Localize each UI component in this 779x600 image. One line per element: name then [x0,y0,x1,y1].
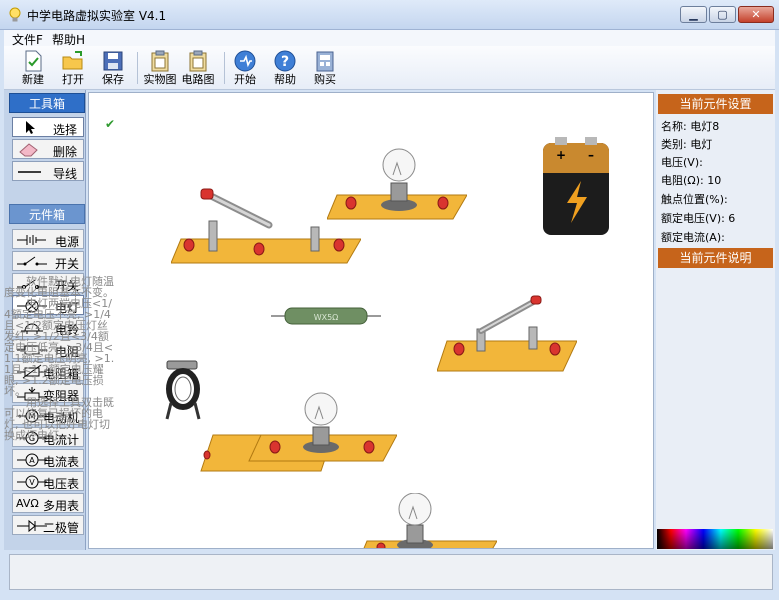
switch-component-2[interactable] [437,293,577,373]
start-icon [234,50,256,72]
component-diode[interactable]: 二极管 [12,515,84,535]
multimeter-symbol: AVΩ [16,497,39,510]
prop-contact-position[interactable]: 触点位置(%): [661,191,728,207]
lamp-component-2[interactable] [197,391,397,481]
svg-text:+: + [556,148,566,162]
component-voltmeter[interactable]: V 电压表 [12,471,84,491]
buy-icon [316,51,334,72]
title-bar: 中学电路虚拟实验室 V4.1 ▁ ▢ ✕ [0,0,779,30]
confirm-check-icon[interactable]: ✔ [105,117,115,131]
toolbar-separator [224,52,225,84]
clipboard-icon [151,50,169,72]
open-button[interactable]: 打开 [58,49,88,87]
color-palette[interactable] [657,529,773,549]
wire-icon [18,171,41,173]
close-button[interactable]: ✕ [738,6,774,23]
eraser-icon [19,143,38,157]
prop-voltage[interactable]: 电压(V): [661,154,703,170]
tool-select[interactable]: 选择 [12,117,84,137]
component-power[interactable]: 电源 [12,229,84,249]
prop-category: 类别: 电灯 [661,138,713,151]
right-panel: 当前元件设置 名称: 电灯8 类别: 电灯 电压(V): 电阻(Ω): 10 触… [656,90,775,550]
resistor-label: WX5Ω [314,313,339,322]
buy-button[interactable]: 购买 [310,49,340,87]
floppy-disk-icon [103,51,123,71]
clipboard-icon [189,50,207,72]
component-box-header: 元件箱 [9,204,85,224]
current-settings-header: 当前元件设置 [658,94,773,114]
circuit-view-button[interactable]: 电路图 [180,49,216,87]
help-icon: ? [274,50,296,72]
switch-symbol-icon [17,256,47,266]
tool-delete[interactable]: 删除 [12,139,84,159]
open-folder-icon [62,51,83,70]
toolbar: 新建 打开 保存 实物图 电路图 开始 ? 帮助 购买 [4,46,775,90]
start-button[interactable]: 开始 [230,49,260,87]
svg-text:–: – [588,148,594,162]
menu-bar: 文件F 帮助H [4,30,775,47]
component-multimeter[interactable]: AVΩ 多用表 [12,493,84,513]
battery-symbol-icon [17,235,46,245]
prop-rated-current[interactable]: 额定电流(A): [661,229,725,245]
component-description: 软件默认电灯随温度变化电阻基本不变。 电灯两端电压<1/4额定电压不亮, >1/… [4,275,115,442]
lamp-component-3[interactable] [357,493,497,549]
minimize-button[interactable]: ▁ [680,6,707,23]
battery-component[interactable]: + – [541,137,611,237]
physical-view-button[interactable]: 实物图 [142,49,178,87]
new-document-icon [25,50,42,72]
new-button[interactable]: 新建 [18,49,48,87]
resistor-component[interactable]: WX5Ω [271,305,381,327]
maximize-button[interactable]: ▢ [709,6,736,23]
tool-wire[interactable]: 导线 [12,161,84,181]
svg-text:V: V [29,478,35,487]
prop-resistance[interactable]: 电阻(Ω): 10 [661,172,721,188]
prop-name: 名称: 电灯8 [661,120,720,133]
prop-rated-voltage[interactable]: 额定电压(V): 6 [661,210,735,226]
component-switch[interactable]: 开关 [12,251,84,271]
toolbar-separator [137,52,138,84]
svg-text:?: ? [281,54,289,70]
lightbulb-icon [9,7,21,22]
save-button[interactable]: 保存 [98,49,128,87]
status-bar [9,554,773,590]
toolbox-header: 工具箱 [9,93,85,113]
help-button[interactable]: ? 帮助 [270,49,300,87]
cursor-arrow-icon [26,121,35,134]
circuit-canvas[interactable]: + – WX5Ω [88,92,654,549]
current-desc-header: 当前元件说明 [658,248,773,268]
lamp-component[interactable] [327,145,467,225]
window-title: 中学电路虚拟实验室 V4.1 [27,9,167,23]
svg-text:A: A [29,456,35,465]
component-ammeter[interactable]: A 电流表 [12,449,84,469]
